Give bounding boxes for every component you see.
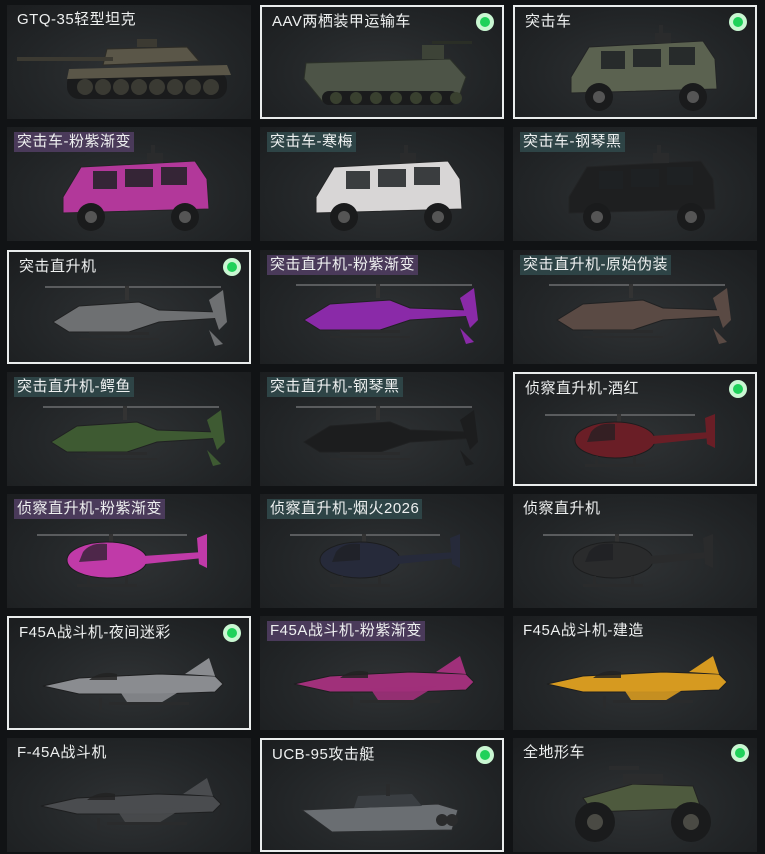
vehicle-name: F45A战斗机-夜间迷彩 <box>19 624 171 641</box>
vehicle-name: 全地形车 <box>523 744 586 761</box>
equipped-indicator-icon <box>729 380 747 398</box>
vehicle-name: F45A战斗机-粉紫渐变 <box>267 621 425 641</box>
vehicle-card[interactable]: 侦察直升机 <box>513 494 757 608</box>
vehicle-name: 侦察直升机-酒红 <box>525 380 639 397</box>
equipped-indicator-icon <box>476 746 494 764</box>
vehicle-card[interactable]: 突击车-寒梅 <box>260 127 504 241</box>
vehicle-name: GTQ-35轻型坦克 <box>17 11 137 28</box>
vehicle-card[interactable]: 突击直升机-原始伪装 <box>513 250 757 364</box>
vehicle-card[interactable]: F-45A战斗机 <box>7 738 251 852</box>
equipped-indicator-icon <box>223 258 241 276</box>
equipped-indicator-icon <box>729 13 747 31</box>
vehicle-card[interactable]: 突击直升机 <box>7 250 251 364</box>
vehicle-name: 突击直升机-鳄鱼 <box>14 377 134 397</box>
vehicle-name: 侦察直升机-粉紫渐变 <box>14 499 165 519</box>
vehicle-card[interactable]: 侦察直升机-烟火2026 <box>260 494 504 608</box>
vehicle-name: F-45A战斗机 <box>17 744 107 761</box>
vehicle-name: 侦察直升机 <box>523 500 601 517</box>
vehicle-name: 突击直升机-粉紫渐变 <box>267 255 418 275</box>
vehicle-card[interactable]: 侦察直升机-酒红 <box>513 372 757 486</box>
vehicle-name: AAV两栖装甲运输车 <box>272 13 411 30</box>
equipped-indicator-icon <box>223 624 241 642</box>
vehicle-card[interactable]: 侦察直升机-粉紫渐变 <box>7 494 251 608</box>
vehicle-name: 突击车-粉紫渐变 <box>14 132 134 152</box>
equipped-indicator-icon <box>476 13 494 31</box>
vehicle-card[interactable]: UCB-95攻击艇 <box>260 738 504 852</box>
vehicle-card[interactable]: 突击车 <box>513 5 757 119</box>
vehicle-name: UCB-95攻击艇 <box>272 746 375 763</box>
vehicle-card[interactable]: 突击直升机-钢琴黑 <box>260 372 504 486</box>
vehicle-name: 突击车-寒梅 <box>267 132 356 152</box>
vehicle-card[interactable]: GTQ-35轻型坦克 <box>7 5 251 119</box>
vehicle-name: 突击直升机-钢琴黑 <box>267 377 403 397</box>
vehicle-name: 突击直升机-原始伪装 <box>520 255 671 275</box>
vehicle-card[interactable]: F45A战斗机-粉紫渐变 <box>260 616 504 730</box>
vehicle-name: 突击车-钢琴黑 <box>520 132 625 152</box>
vehicle-name: 突击车 <box>525 13 572 30</box>
vehicle-name: 突击直升机 <box>19 258 97 275</box>
vehicle-name: 侦察直升机-烟火2026 <box>267 499 423 519</box>
equipped-indicator-icon <box>731 744 749 762</box>
vehicle-card[interactable]: F45A战斗机-夜间迷彩 <box>7 616 251 730</box>
vehicle-card[interactable]: AAV两栖装甲运输车 <box>260 5 504 119</box>
vehicle-card[interactable]: 突击直升机-粉紫渐变 <box>260 250 504 364</box>
vehicle-name: F45A战斗机-建造 <box>523 622 644 639</box>
vehicle-card[interactable]: 突击直升机-鳄鱼 <box>7 372 251 486</box>
vehicle-card[interactable]: F45A战斗机-建造 <box>513 616 757 730</box>
vehicle-skin-grid: GTQ-35轻型坦克 AAV两栖装甲运输车 突击车 突击车-粉紫渐变 突击车-寒… <box>0 0 765 854</box>
vehicle-card[interactable]: 突击车-钢琴黑 <box>513 127 757 241</box>
vehicle-card[interactable]: 全地形车 <box>513 738 757 852</box>
vehicle-card[interactable]: 突击车-粉紫渐变 <box>7 127 251 241</box>
